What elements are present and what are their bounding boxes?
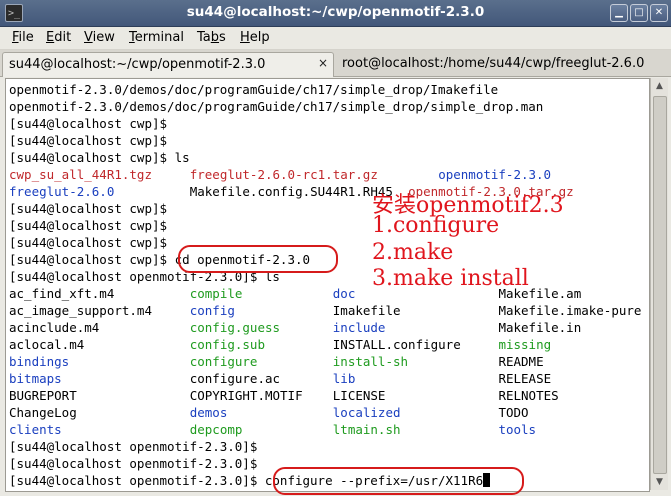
maximize-icon[interactable]: □ xyxy=(630,4,648,22)
menu-view-mnemonic: V xyxy=(84,30,93,45)
close-icon[interactable]: ✕ xyxy=(650,4,668,22)
tab-freeglut-label: root@localhost:/home/su44/cwp/freeglut-2… xyxy=(342,56,645,71)
tab-openmotif[interactable]: su44@localhost:~/cwp/openmotif-2.3.0 × xyxy=(2,52,334,77)
menu-terminal[interactable]: Terminal xyxy=(129,30,184,45)
terminal-text: [su44@localhost cwp]$ xyxy=(9,218,168,233)
vertical-scrollbar[interactable]: ▲ ▼ xyxy=(650,78,668,490)
scrollbar-thumb[interactable] xyxy=(653,96,667,474)
menu-edit-label: dit xyxy=(54,30,72,45)
tab-openmotif-label: su44@localhost:~/cwp/openmotif-2.3.0 xyxy=(9,57,266,72)
terminal-text: config.guess xyxy=(189,320,281,335)
terminal-text: Makefile.imake-pure xyxy=(498,303,642,318)
terminal-text: ac_find_xft.m4 xyxy=(9,286,115,301)
menu-tabs-label: s xyxy=(219,30,226,45)
terminal-text: [su44@localhost cwp]$ xyxy=(9,133,168,148)
terminal-text: demos xyxy=(189,405,228,420)
terminal-text: [su44@localhost cwp]$ xyxy=(9,235,168,250)
terminal-text: doc xyxy=(332,286,356,301)
terminal-text: README xyxy=(498,354,544,369)
terminal-text: Imakefile xyxy=(332,303,401,318)
menu-file-label: ile xyxy=(18,30,34,45)
terminal-text: COPYRIGHT.MOTIF xyxy=(189,388,303,403)
menu-tabs-prefix: Ta xyxy=(197,30,211,45)
terminal-text: config.sub xyxy=(189,337,265,352)
terminal-text: clients xyxy=(9,422,62,437)
terminal-text: config xyxy=(189,303,235,318)
terminal-text: ChangeLog xyxy=(9,405,77,420)
terminal-text: configure xyxy=(189,354,258,369)
terminal-text: [su44@localhost cwp]$ ls xyxy=(9,150,190,165)
terminal-text: openmotif-2.3.0 xyxy=(438,167,552,182)
terminal-text: ltmain.sh xyxy=(332,422,401,437)
terminal-text: Makefile.in xyxy=(498,320,582,335)
terminal-text: [su44@localhost openmotif-2.3.0]$ xyxy=(9,439,258,454)
terminal-text: missing xyxy=(498,337,552,352)
terminal-text: configure.ac xyxy=(189,371,281,386)
terminal-text: tools xyxy=(498,422,537,437)
terminal-output[interactable]: openmotif-2.3.0/demos/doc/programGuide/c… xyxy=(5,78,650,492)
menu-file[interactable]: File xyxy=(12,30,34,45)
terminal-text: INSTALL.configure xyxy=(332,337,461,352)
terminal-text: [su44@localhost cwp]$ xyxy=(9,116,168,131)
terminal-text: ac_image_support.m4 xyxy=(9,303,152,318)
terminal-text: openmotif-2.3.0/demos/doc/programGuide/c… xyxy=(9,82,499,97)
terminal-text: aclocal.m4 xyxy=(9,337,85,352)
terminal-text: [su44@localhost cwp]$ xyxy=(9,201,168,216)
terminal-text: bitmaps xyxy=(9,371,62,386)
menu-view-label: iew xyxy=(92,30,115,45)
menu-edit[interactable]: Edit xyxy=(46,30,71,45)
highlight-configure-command xyxy=(273,467,524,495)
menu-terminal-label: erminal xyxy=(134,30,184,45)
terminal-text: BUGREPORT xyxy=(9,388,77,403)
tab-freeglut[interactable]: root@localhost:/home/su44/cwp/freeglut-2… xyxy=(336,52,666,75)
terminal-text: compile xyxy=(189,286,243,301)
menu-tabs[interactable]: Tabs xyxy=(197,30,226,45)
terminal-text: localized xyxy=(332,405,401,420)
terminal-text: [su44@localhost openmotif-2.3.0]$ xyxy=(9,456,258,471)
terminal-text: TODO xyxy=(498,405,529,420)
menu-edit-mnemonic: E xyxy=(46,30,55,45)
menu-help-mnemonic: H xyxy=(240,30,250,45)
terminal-text: freeglut-2.6.0-rc1.tar.gz xyxy=(189,167,378,182)
terminal-text: depcomp xyxy=(189,422,243,437)
menu-bar: File Edit View Terminal Tabs Help xyxy=(0,27,671,50)
terminal-text: Makefile.config.SU44R1.RH45 xyxy=(189,184,393,199)
window-title: su44@localhost:~/cwp/openmotif-2.3.0 xyxy=(186,4,485,20)
terminal-text: bindings xyxy=(9,354,70,369)
menu-help[interactable]: Help xyxy=(240,30,270,45)
terminal-text: include xyxy=(332,320,386,335)
scroll-down-icon[interactable]: ▼ xyxy=(651,474,668,490)
terminal-text: RELNOTES xyxy=(498,388,559,403)
menu-tabs-mnemonic: b xyxy=(210,30,220,45)
scroll-up-icon[interactable]: ▲ xyxy=(651,78,668,94)
terminal-text: RELEASE xyxy=(498,371,552,386)
title-bar[interactable]: >_ su44@localhost:~/cwp/openmotif-2.3.0 … xyxy=(0,0,671,27)
highlight-cd-command xyxy=(178,245,338,273)
terminal-text: openmotif-2.3.0/demos/doc/programGuide/c… xyxy=(9,99,544,114)
menu-view[interactable]: View xyxy=(84,30,115,45)
terminal-text: LICENSE xyxy=(332,388,386,403)
terminal-text: install-sh xyxy=(332,354,409,369)
minimize-icon[interactable]: ▁ xyxy=(610,4,628,22)
annotation-step-configure: 1.configure xyxy=(372,213,500,238)
terminal-text: cwp_su_all_44R1.tgz xyxy=(9,167,152,182)
terminal-text: acinclude.m4 xyxy=(9,320,100,335)
tab-bar: su44@localhost:~/cwp/openmotif-2.3.0 × r… xyxy=(0,50,671,77)
annotation-step-make: 2.make xyxy=(372,240,454,265)
close-icon[interactable]: × xyxy=(318,56,328,70)
terminal-text: freeglut-2.6.0 xyxy=(9,184,115,199)
annotation-step-make-install: 3.make install xyxy=(372,266,529,291)
menu-help-label: elp xyxy=(249,30,270,45)
terminal-text: lib xyxy=(332,371,356,386)
